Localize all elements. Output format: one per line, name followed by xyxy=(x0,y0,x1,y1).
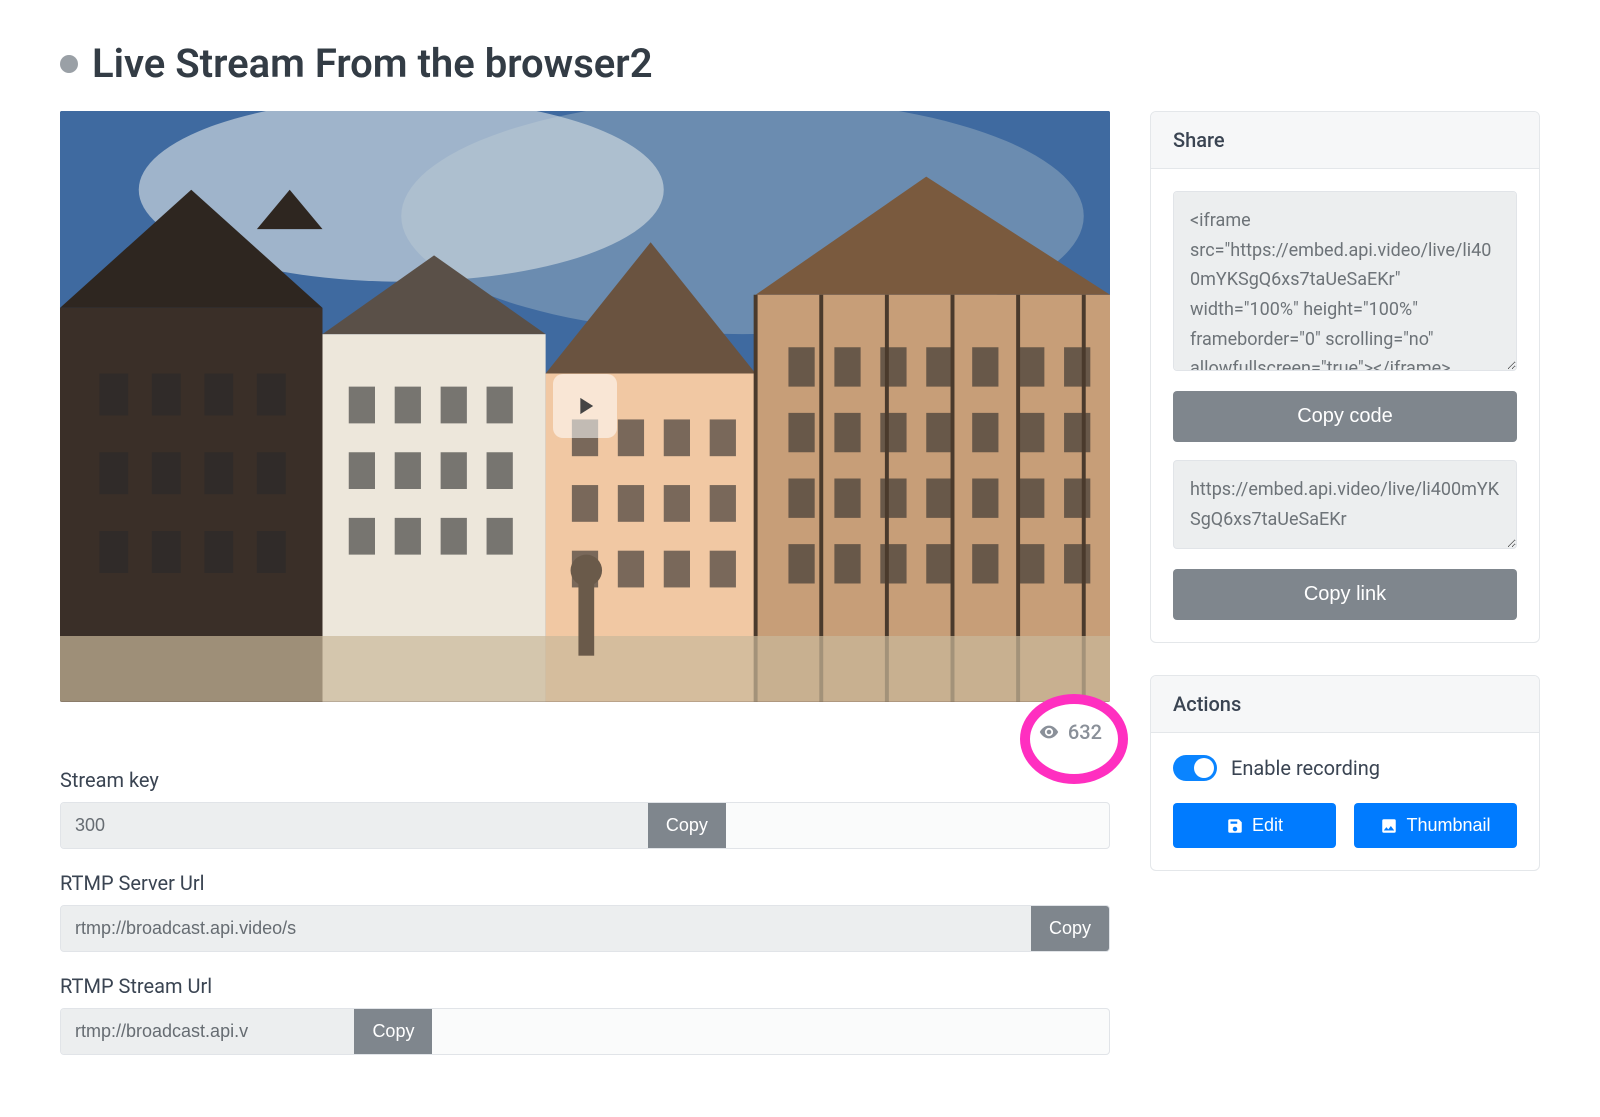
thumbnail-button-label: Thumbnail xyxy=(1406,815,1490,836)
status-dot-icon xyxy=(60,55,78,73)
copy-code-button[interactable]: Copy code xyxy=(1173,391,1517,442)
share-panel: Share Copy code Copy link xyxy=(1150,111,1540,643)
edit-button[interactable]: Edit xyxy=(1173,803,1336,848)
image-icon xyxy=(1380,817,1398,835)
view-count: 632 xyxy=(1068,720,1102,744)
stream-key-label: Stream key xyxy=(60,768,1110,792)
rtmp-stream-input[interactable] xyxy=(61,1009,354,1054)
rtmp-server-label: RTMP Server Url xyxy=(60,871,1110,895)
rtmp-server-input[interactable] xyxy=(61,906,1031,951)
video-player[interactable] xyxy=(60,111,1110,702)
copy-rtmp-stream-button[interactable]: Copy xyxy=(354,1009,432,1054)
page-title: Live Stream From the browser2 xyxy=(92,40,653,87)
play-icon xyxy=(571,392,599,420)
save-icon xyxy=(1226,817,1244,835)
stream-key-input[interactable] xyxy=(61,803,648,848)
enable-recording-toggle[interactable] xyxy=(1173,755,1217,781)
share-link-textarea[interactable] xyxy=(1173,460,1517,549)
edit-button-label: Edit xyxy=(1252,815,1283,836)
copy-stream-key-button[interactable]: Copy xyxy=(648,803,726,848)
thumbnail-button[interactable]: Thumbnail xyxy=(1354,803,1517,848)
rtmp-stream-label: RTMP Stream Url xyxy=(60,974,1110,998)
copy-rtmp-server-button[interactable]: Copy xyxy=(1031,906,1109,951)
page-title-row: Live Stream From the browser2 xyxy=(60,40,1540,87)
embed-code-textarea[interactable] xyxy=(1173,191,1517,371)
eye-icon xyxy=(1038,721,1060,743)
copy-link-button[interactable]: Copy link xyxy=(1173,569,1517,620)
actions-panel-title: Actions xyxy=(1151,676,1539,733)
actions-panel: Actions Enable recording Edit Thumbnail xyxy=(1150,675,1540,871)
view-count-row: 632 xyxy=(60,702,1110,768)
play-button[interactable] xyxy=(553,374,617,438)
enable-recording-label: Enable recording xyxy=(1231,756,1380,780)
share-panel-title: Share xyxy=(1151,112,1539,169)
